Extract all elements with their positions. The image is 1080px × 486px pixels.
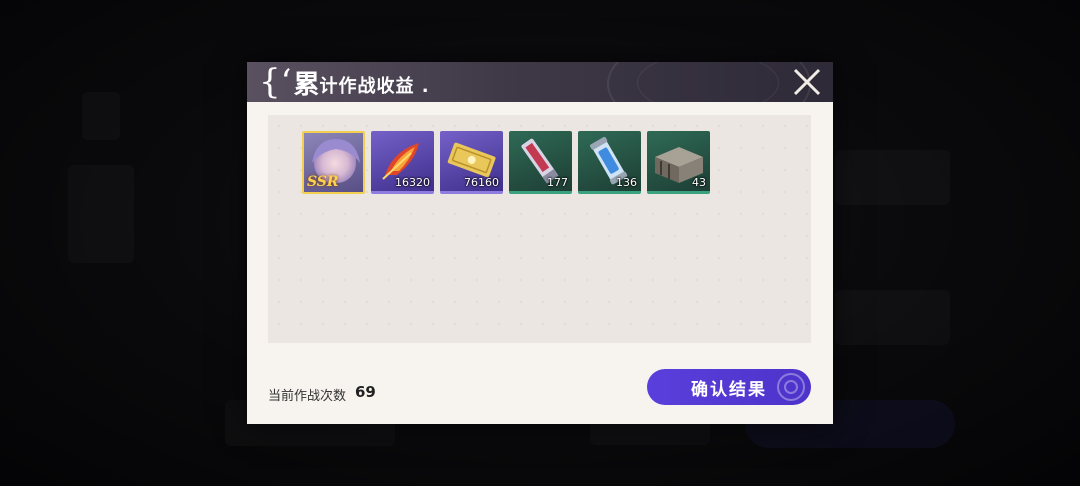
battle-count-value: 69 [355,383,376,401]
ssr-badge: SSR [307,174,339,190]
reward-flame-feather[interactable]: 16320 [371,131,434,194]
dialog-title: {‘ 累 计作战收益 . [259,62,430,102]
reward-ssr-character[interactable]: SSR [302,131,365,194]
battle-count-label: 当前作战次数 [268,389,347,404]
confirm-results-button[interactable]: 确认结果 [647,369,811,405]
confirm-button-label: 确认结果 [691,379,767,400]
button-emblem-icon [777,373,805,401]
reward-list: SSR 16320 76160 177 136 43 [302,131,710,194]
reward-crystal-bar[interactable]: 177 [509,131,572,194]
close-button[interactable] [791,66,823,98]
reward-supply-crate[interactable]: 43 [647,131,710,194]
cumulative-rewards-dialog: {‘ 累 计作战收益 . SSR 16320 76160 177 136 43 … [247,62,833,424]
reward-gold-ticket[interactable]: 76160 [440,131,503,194]
title-rest: 计作战收益 . [319,76,430,97]
reward-count: 177 [547,176,568,189]
rewards-panel: SSR 16320 76160 177 136 43 [268,115,811,343]
reward-count: 16320 [395,176,430,189]
reward-count: 76160 [464,176,499,189]
reward-count: 136 [616,176,637,189]
reward-energy-vial[interactable]: 136 [578,131,641,194]
title-first-char: 累 [293,70,320,100]
dialog-header: {‘ 累 计作战收益 . [247,62,833,102]
header-decoration [637,62,779,102]
close-icon [793,68,821,96]
title-brace-ornament: {‘ [259,62,292,102]
reward-count: 43 [692,176,706,189]
